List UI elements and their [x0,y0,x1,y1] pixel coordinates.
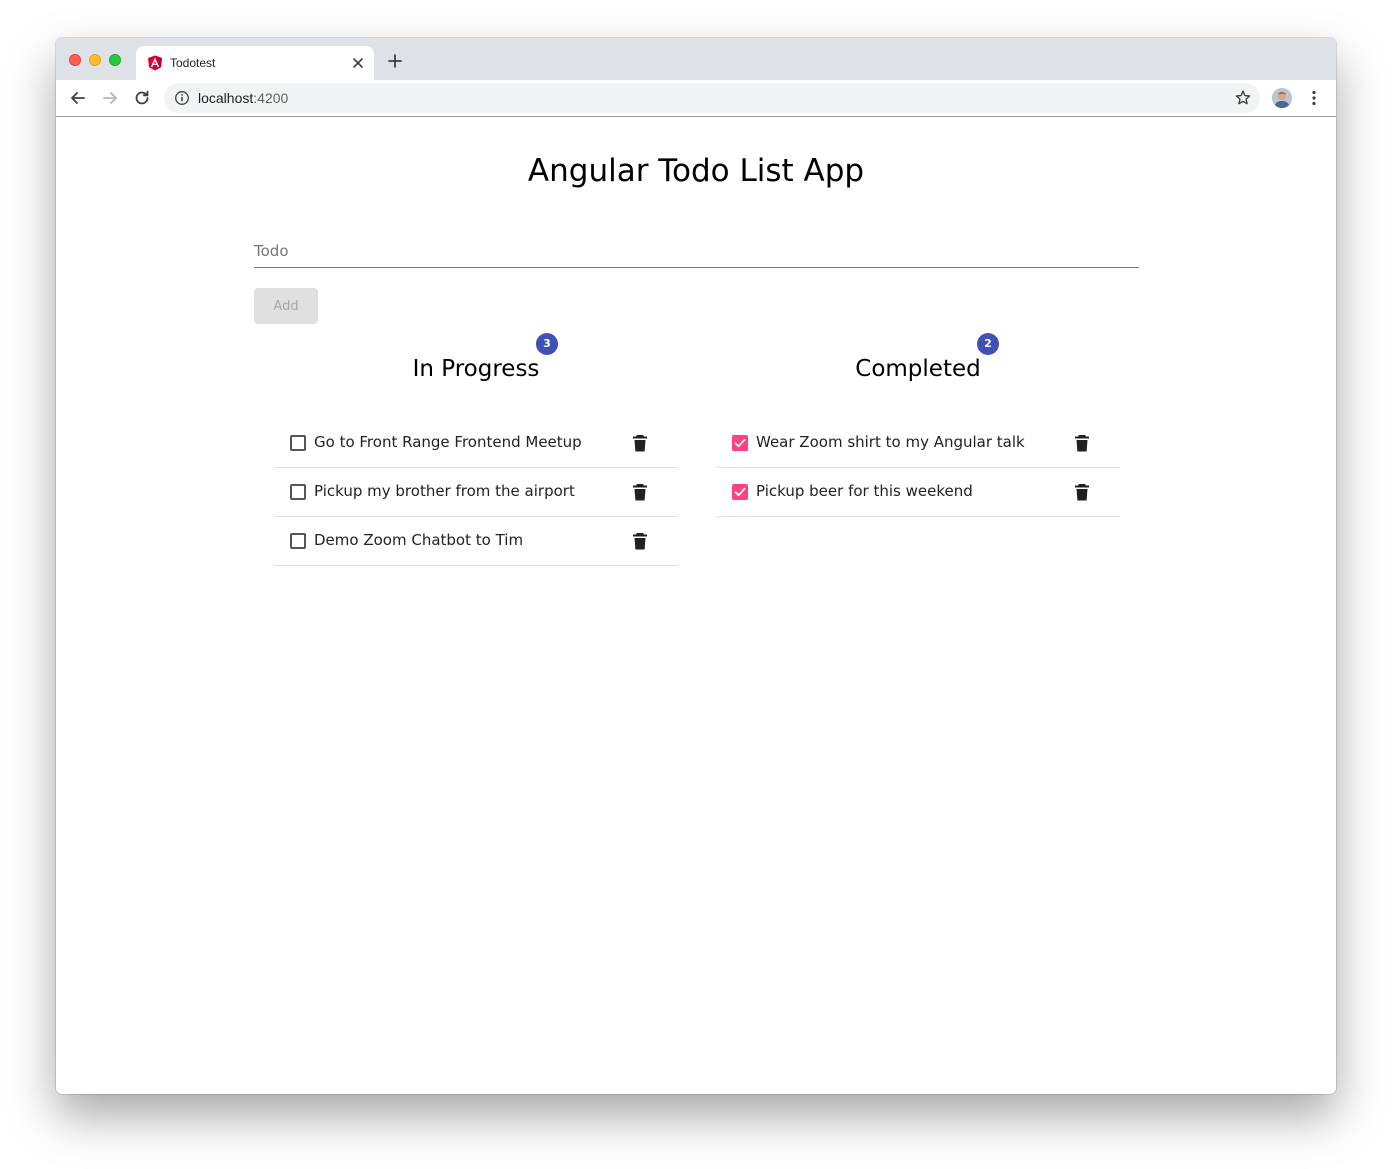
browser-menu-icon[interactable] [1306,88,1322,108]
todo-checkbox-checked[interactable] [732,435,748,451]
in-progress-list: Go to Front Range Frontend Meetup Pickup… [274,419,678,566]
todo-checkbox-checked[interactable] [732,484,748,500]
todo-label: Pickup beer for this weekend [756,482,973,500]
list-item: Pickup my brother from the airport [274,468,678,517]
browser-window: Todotest localhost:4200 Angular Todo Lis… [56,38,1336,1094]
profile-avatar[interactable] [1272,88,1292,108]
list-item: Go to Front Range Frontend Meetup [274,419,678,468]
trash-icon[interactable] [1072,433,1092,453]
in-progress-heading: In Progress [412,356,540,382]
todo-label: Go to Front Range Frontend Meetup [314,433,582,451]
address-bar[interactable]: localhost:4200 [164,83,1260,113]
url-text: localhost:4200 [198,90,288,106]
in-progress-column: 3 In Progress Go to Front Range Frontend… [274,117,678,587]
close-window-button[interactable] [69,54,81,66]
list-item: Pickup beer for this weekend [716,468,1120,517]
list-item: Demo Zoom Chatbot to Tim [274,517,678,566]
list-item: Wear Zoom shirt to my Angular talk [716,419,1120,468]
todo-checkbox[interactable] [290,435,306,451]
url-port: :4200 [253,90,289,106]
todo-label: Pickup my brother from the airport [314,482,575,500]
angular-favicon-icon [147,55,163,71]
back-arrow-icon[interactable] [68,88,88,108]
todo-label: Wear Zoom shirt to my Angular talk [756,433,1025,451]
todo-checkbox[interactable] [290,533,306,549]
reload-icon[interactable] [132,88,152,108]
bookmark-star-icon[interactable] [1234,89,1252,107]
trash-icon[interactable] [630,482,650,502]
minimize-window-button[interactable] [89,54,101,66]
checkmark-icon [734,438,746,448]
trash-icon[interactable] [630,531,650,551]
site-info-icon[interactable] [174,90,190,106]
trash-icon[interactable] [1072,482,1092,502]
tab-title: Todotest [170,56,216,70]
completed-heading: Completed [855,356,981,382]
url-host: localhost [198,90,254,106]
browser-toolbar: localhost:4200 [56,80,1336,117]
checkmark-icon [734,487,746,497]
completed-list: Wear Zoom shirt to my Angular talk Picku… [716,419,1120,517]
todo-label: Demo Zoom Chatbot to Tim [314,531,524,549]
page-title: Angular Todo List App [527,153,865,189]
tab-close-icon[interactable] [350,55,366,71]
browser-tab[interactable]: Todotest [136,46,374,80]
completed-column: 2 Completed Wear Zoom shirt to my Angula… [716,117,1120,587]
forward-arrow-icon[interactable] [100,88,120,108]
new-tab-plus-icon[interactable] [386,52,404,70]
page-content: Angular Todo List App Add 3 In Progress … [56,117,1336,1094]
todo-checkbox[interactable] [290,484,306,500]
trash-icon[interactable] [630,433,650,453]
tab-bar: Todotest [56,38,1336,80]
maximize-window-button[interactable] [109,54,121,66]
